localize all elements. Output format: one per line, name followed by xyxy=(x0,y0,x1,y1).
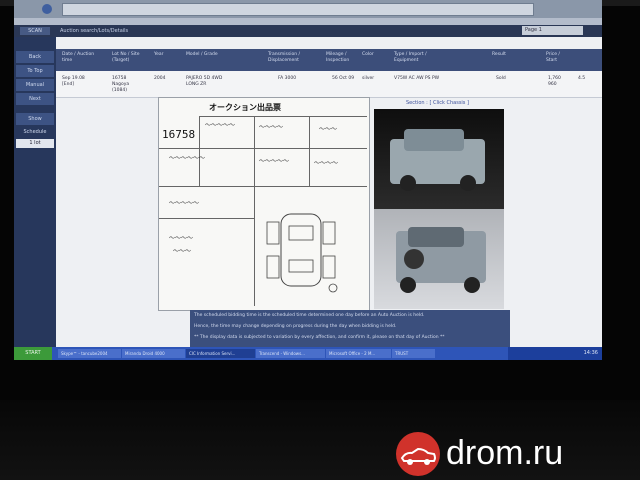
spare-wheel xyxy=(404,249,424,269)
header-color: Color xyxy=(362,52,374,57)
taskbar-item[interactable]: Microsoft Office - 2 M... xyxy=(326,349,391,358)
handwriting: ～～～～～ xyxy=(259,158,290,165)
header-date: Date / Auction time xyxy=(62,52,95,63)
site-navbar: SCAN Auction search/Lots/Details Page 1 xyxy=(14,25,602,37)
browser-toolbar xyxy=(14,18,602,25)
sidebar-item-next[interactable]: Next xyxy=(16,93,54,105)
section-link[interactable]: Section : [ Click Chassis ] xyxy=(406,100,469,106)
sidebar: Back To Top Manual Next Show Schedule 1 … xyxy=(14,37,56,347)
watermark-text: drom.ru xyxy=(446,434,564,472)
handwriting: ～～～～～ xyxy=(205,122,236,129)
browser-address-bar xyxy=(14,0,602,18)
handwriting: ～～～～ xyxy=(169,235,194,242)
url-field[interactable] xyxy=(62,3,534,16)
auction-sheet-image[interactable]: オークション出品票 16758 ～～～～～ ～～～～ ～～～ ～～～～～～ ～～… xyxy=(158,97,370,311)
cell-price: 1,760 960 xyxy=(548,76,561,87)
car-photo-front[interactable] xyxy=(374,109,504,209)
scan-button[interactable]: SCAN xyxy=(20,27,50,35)
header-type: Type / Import / Equipment xyxy=(394,52,427,63)
sidebar-item-schedule[interactable]: Schedule xyxy=(16,126,54,138)
taskbar-item[interactable]: TRUST xyxy=(392,349,435,358)
sheet-grid-line xyxy=(159,148,367,149)
car-wheel xyxy=(460,175,476,191)
breadcrumb: Auction search/Lots/Details xyxy=(60,28,129,34)
sheet-grid-line xyxy=(199,116,200,186)
note-line-2: Hence, the time may change depending on … xyxy=(194,324,397,329)
sidebar-item-show[interactable]: Show xyxy=(16,113,54,125)
page-select[interactable]: Page 1 xyxy=(522,26,583,35)
cell-transmission: FA 3000 xyxy=(278,76,297,81)
header-model: Model / Grade xyxy=(186,52,218,57)
handwriting: ～～～～ xyxy=(314,160,339,167)
cell-color: silver xyxy=(362,76,375,81)
table-header: Date / Auction time Lot No / Site (Targe… xyxy=(56,49,602,71)
car-wheel xyxy=(400,175,416,191)
handwriting: ～～～ xyxy=(173,248,192,255)
handwriting: ～～～～ xyxy=(259,124,284,131)
note-line-1: The scheduled bidding time is the schedu… xyxy=(194,313,425,318)
cell-type: V75W AC AW PS PW xyxy=(394,76,440,81)
car-icon xyxy=(400,447,436,465)
notes-box: The scheduled bidding time is the schedu… xyxy=(190,310,510,348)
table-row[interactable]: Sep 19.08 [End] 16758 Nagoya (1084) 2004… xyxy=(56,71,602,98)
sidebar-item-manual[interactable]: Manual xyxy=(16,79,54,91)
car-photo-rear[interactable] xyxy=(374,209,504,309)
taskbar-item[interactable]: Miranda Droid 4000 xyxy=(122,349,185,358)
sheet-grid-line xyxy=(199,116,367,117)
taskbar-item[interactable]: Skype™ - tancube2004 xyxy=(58,349,121,358)
cell-date: Sep 19.08 [End] xyxy=(62,76,85,87)
taskbar: START Skype™ - tancube2004 Miranda Droid… xyxy=(14,347,602,360)
car-cabin xyxy=(404,129,464,151)
drom-logo xyxy=(396,432,440,476)
car-wheel xyxy=(464,277,480,293)
handwriting: ～～～ xyxy=(319,126,338,133)
lot-count-select[interactable]: 1 lot xyxy=(16,139,54,148)
header-price: Price / Start xyxy=(546,52,560,63)
sheet-grid-line xyxy=(254,116,255,306)
browser-icon xyxy=(42,4,52,14)
header-transmission: Transmission / Displacement xyxy=(268,52,301,63)
handwriting: ～～～～～～ xyxy=(169,155,206,162)
sheet-lot-number: 16758 xyxy=(162,128,196,141)
sheet-grid-line xyxy=(159,218,254,219)
sheet-title: オークション出品票 xyxy=(209,103,281,112)
system-tray-clock: 14:36 xyxy=(508,347,602,360)
cell-lot: 16758 Nagoya (1084) xyxy=(112,76,130,93)
car-damage-diagram xyxy=(266,213,338,293)
main-content: Date / Auction time Lot No / Site (Targe… xyxy=(56,37,602,348)
sidebar-item-to-top[interactable]: To Top xyxy=(16,65,54,77)
sheet-grid-line xyxy=(159,186,367,187)
note-line-3: ** The display data is subjected to vari… xyxy=(194,335,445,340)
header-year: Year xyxy=(154,52,164,57)
car-wheel xyxy=(400,277,416,293)
taskbar-item[interactable]: CIC Information Servi... xyxy=(186,349,255,358)
laptop-screen: SCAN Auction search/Lots/Details Page 1 … xyxy=(14,0,602,360)
cell-model: PAJERO 5D 4WD LONG ZR xyxy=(186,76,223,87)
cell-score: 4.5 xyxy=(578,76,586,81)
cell-mileage: 56 Oct 09 xyxy=(332,76,355,81)
cell-year: 2004 xyxy=(154,76,166,81)
header-result: Result xyxy=(492,52,506,57)
header-mileage: Mileage / Inspection xyxy=(326,52,350,63)
cell-result: Sold xyxy=(496,76,506,81)
start-button[interactable]: START xyxy=(14,347,52,360)
taskbar-item[interactable]: Transcend - Windows... xyxy=(256,349,325,358)
car-cabin xyxy=(408,227,464,247)
header-lot: Lot No / Site (Target) xyxy=(112,52,140,63)
sidebar-item-back[interactable]: Back xyxy=(16,51,54,63)
sheet-grid-line xyxy=(309,116,310,186)
handwriting: ～～～～～ xyxy=(169,200,200,207)
